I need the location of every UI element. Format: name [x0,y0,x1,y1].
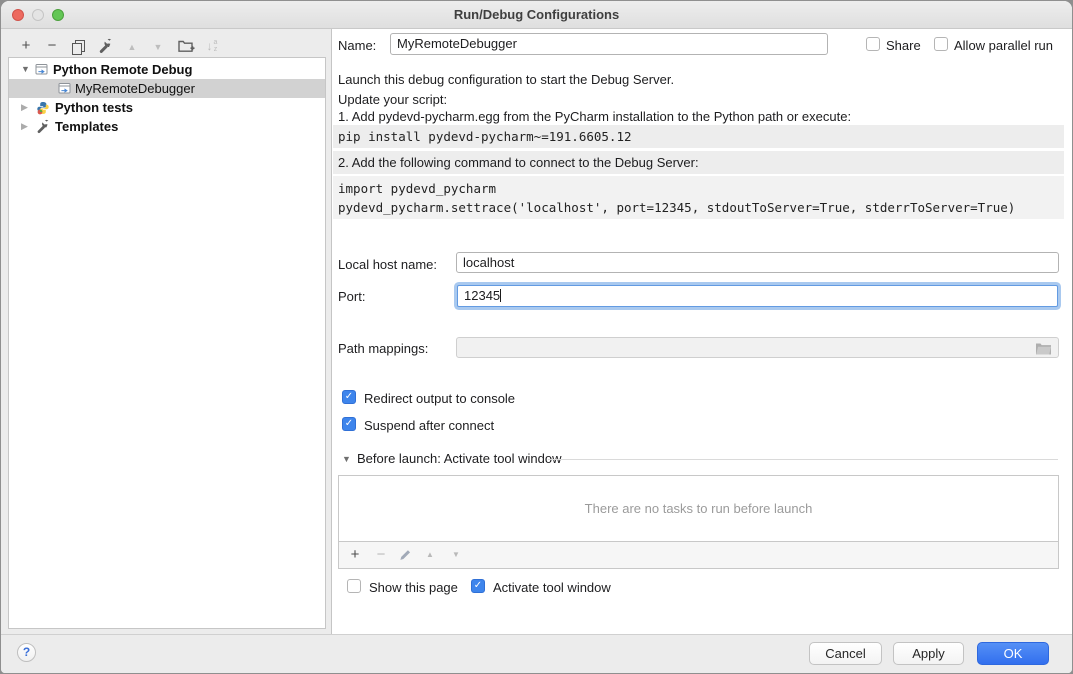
name-value: MyRemoteDebugger [397,36,517,51]
share-label: Share [886,38,921,53]
chevron-collapsed-icon[interactable]: ▶ [21,117,28,136]
check-icon: ✓ [343,418,355,430]
path-mappings-label: Path mappings: [338,341,428,356]
redirect-output-checkbox[interactable]: ✓ [342,390,356,404]
move-down-button[interactable]: ▼ [147,35,169,57]
tree-item-python-remote-debug[interactable]: ▼ Python Remote Debug [9,60,325,79]
check-icon: ✓ [472,580,484,592]
port-input[interactable]: 12345 [457,285,1058,307]
configurations-tree: ▼ Python Remote Debug [8,57,326,629]
suspend-after-connect-label: Suspend after connect [364,418,494,433]
help-step1-text: 1. Add pydevd-pycharm.egg from the PyCha… [338,109,851,124]
sort-az-icon: ↓ az [207,39,218,53]
help-button[interactable]: ? [17,643,36,662]
path-mappings-input[interactable] [456,337,1059,358]
wrench-icon [98,38,114,54]
pencil-icon [399,548,412,561]
name-input[interactable]: MyRemoteDebugger [390,33,828,55]
move-task-down-button[interactable]: ▼ [446,542,466,568]
minus-icon: − [48,37,57,54]
local-host-value: localhost [463,255,514,270]
show-this-page-checkbox[interactable] [347,579,361,593]
empty-task-message: There are no tasks to run before launch [585,501,813,516]
run-debug-configurations-dialog: Run/Debug Configurations + − ▲ ▼ ↓ a [0,0,1073,674]
activate-tool-window-checkbox[interactable]: ✓ [471,579,485,593]
remote-debug-config-icon [58,82,71,95]
name-label: Name: [338,38,376,53]
triangle-up-icon: ▲ [128,42,137,52]
help-intro-text: Launch this debug configuration to start… [338,72,674,87]
dialog-footer: ? Cancel Apply OK [1,634,1072,674]
help-step2-text: 2. Add the following command to connect … [333,151,1064,174]
before-launch-toolbar: + − ▲ ▼ [338,541,1059,569]
cancel-button[interactable]: Cancel [809,642,882,665]
remove-task-button[interactable]: − [371,542,391,568]
triangle-down-icon: ▼ [154,42,163,52]
python-tests-icon [36,101,50,115]
allow-parallel-run-label: Allow parallel run [954,38,1053,53]
apply-button[interactable]: Apply [893,642,964,665]
window-title: Run/Debug Configurations [1,7,1072,22]
before-launch-task-list[interactable]: There are no tasks to run before launch [338,475,1059,542]
allow-parallel-run-checkbox[interactable] [934,37,948,51]
tree-item-myremotedebugger[interactable]: MyRemoteDebugger [9,79,325,98]
redirect-output-label: Redirect output to console [364,391,515,406]
tree-item-label: MyRemoteDebugger [75,79,195,98]
show-this-page-label: Show this page [369,580,458,595]
section-divider [548,459,1058,460]
pip-command-code: pip install pydevd-pycharm~=191.6605.12 [333,125,1064,148]
code-line: import pydevd_pycharm [338,179,1064,198]
edit-templates-button[interactable] [95,35,117,57]
folder-icon[interactable] [1035,342,1052,355]
remove-configuration-button[interactable]: − [41,35,63,57]
code-line: pydevd_pycharm.settrace('localhost', por… [338,198,1064,217]
local-host-label: Local host name: [338,257,437,272]
copy-icon [72,40,84,53]
chevron-expanded-icon[interactable]: ▼ [21,60,30,79]
create-folder-button[interactable] [175,35,197,57]
move-up-button[interactable]: ▲ [121,35,143,57]
add-configuration-button[interactable]: + [15,35,37,57]
local-host-input[interactable]: localhost [456,252,1059,273]
plus-icon: + [22,37,31,54]
configurations-sidebar: + − ▲ ▼ ↓ az [1,29,332,634]
chevron-collapsed-icon[interactable]: ▶ [21,98,28,117]
text-caret [500,289,501,302]
share-checkbox[interactable] [866,37,880,51]
tree-item-label: Python tests [55,98,133,117]
copy-configuration-button[interactable] [67,35,89,57]
title-bar[interactable]: Run/Debug Configurations [1,1,1072,29]
port-label: Port: [338,289,365,304]
check-icon: ✓ [343,391,355,403]
activate-tool-window-label: Activate tool window [493,580,611,595]
tree-item-templates[interactable]: ▶ Templates [9,117,325,136]
port-value: 12345 [464,288,500,303]
tree-item-label: Templates [55,117,118,136]
section-collapse-icon[interactable]: ▼ [342,454,351,464]
tree-item-label: Python Remote Debug [53,60,192,79]
new-folder-icon [178,39,195,54]
sort-configurations-button[interactable]: ↓ az [201,35,223,57]
wrench-icon [36,119,51,134]
tree-item-python-tests[interactable]: ▶ Python tests [9,98,325,117]
add-task-button[interactable]: + [345,542,365,568]
settrace-code-block: import pydevd_pycharm pydevd_pycharm.set… [333,176,1064,219]
question-mark-icon: ? [23,645,30,659]
remote-debug-config-icon [35,63,48,76]
move-task-up-button[interactable]: ▲ [420,542,440,568]
suspend-after-connect-checkbox[interactable]: ✓ [342,417,356,431]
help-update-text: Update your script: [338,92,447,107]
before-launch-title: Before launch: Activate tool window [357,451,562,466]
edit-task-button[interactable] [395,542,415,568]
ok-button[interactable]: OK [977,642,1049,665]
